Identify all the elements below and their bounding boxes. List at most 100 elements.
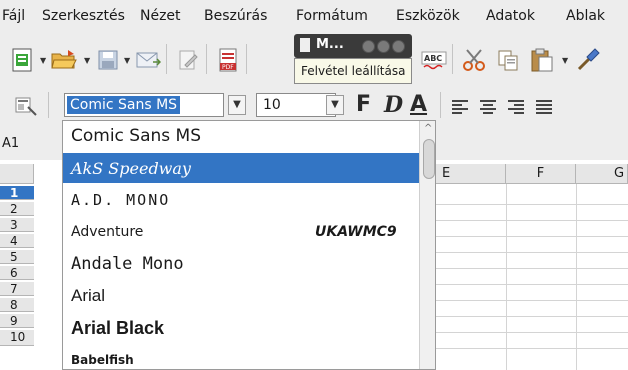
maximize-button[interactable] [377,40,390,53]
menu-data[interactable]: Adatok [486,8,535,24]
chevron-up-icon[interactable]: ^ [424,123,432,134]
gridline [436,300,628,301]
column-label: G [614,166,625,181]
font-list-scrollbar[interactable]: ^ [419,121,435,369]
font-list-item-selected[interactable]: AkS Speedway [63,153,419,183]
font-item-label: Adventure [71,224,144,240]
menu-insert[interactable]: Beszúrás [204,8,267,24]
row-header[interactable]: 3 [0,218,34,232]
spellcheck-icon[interactable]: ABC [420,46,448,74]
align-left-icon[interactable] [446,92,474,120]
gridline [436,268,628,269]
mini-window-title: M... [316,37,344,52]
column-label: E [442,166,451,181]
gridline [436,236,628,237]
font-name-value[interactable]: Comic Sans MS [67,96,181,114]
gridline [436,252,628,253]
chevron-down-icon[interactable]: ▼ [562,56,570,65]
bold-button[interactable]: F [356,92,371,117]
toolbar-separator [452,44,453,74]
chevron-down-icon[interactable]: ▼ [40,56,48,65]
menu-format[interactable]: Formátum [296,8,368,24]
font-size-combobox[interactable]: 10 [256,93,336,117]
email-icon[interactable] [134,46,162,74]
font-item-label: Arial [71,286,106,305]
font-size-value[interactable]: 10 [263,97,281,113]
justify-icon[interactable] [530,92,558,120]
document-icon [300,38,310,52]
save-icon[interactable] [94,46,122,74]
align-center-icon[interactable] [474,92,502,120]
menu-bar: Fájl Szerkesztés Nézet Beszúrás Formátum… [0,0,628,34]
row-header[interactable]: 9 [0,314,34,328]
menu-tools[interactable]: Eszközök [396,8,460,24]
svg-text:ABC: ABC [424,54,442,63]
row-header[interactable]: 10 [0,330,34,346]
toolbar-separator [440,92,441,118]
font-list-item[interactable]: Arial [63,281,419,311]
font-item-label: A.D. MONO [71,191,171,209]
row-header[interactable]: 2 [0,202,34,216]
underline-button[interactable]: A [410,92,427,117]
font-list-item[interactable]: Babelfish [63,345,419,369]
minimize-button[interactable] [362,40,375,53]
toolbar-separator [166,44,167,74]
gridline [436,316,628,317]
font-list-item[interactable]: Adventure UKAWMC9 [63,217,419,247]
cut-icon[interactable] [460,46,488,74]
scrollbar-thumb[interactable] [423,139,435,179]
select-all-corner[interactable] [0,164,34,184]
name-box[interactable]: A1 [2,136,19,151]
row-header[interactable]: 4 [0,234,34,248]
font-list-item[interactable]: Arial Black [63,313,419,343]
toolbar-separator [48,92,49,118]
align-right-icon[interactable] [502,92,530,120]
font-dropdown-list[interactable]: Comic Sans MS AkS Speedway A.D. MONO Adv… [62,120,436,370]
menu-window[interactable]: Ablak [566,8,605,24]
font-item-label: Arial Black [71,317,165,338]
font-item-label: Andale Mono [71,254,184,274]
italic-button[interactable]: D [384,92,403,118]
font-list-item[interactable]: A.D. MONO [63,185,419,215]
gridline [506,184,507,370]
gridline [436,284,628,285]
row-header[interactable]: 6 [0,266,34,280]
close-button[interactable] [392,40,405,53]
clone-formatting-icon[interactable] [574,46,602,74]
row-header[interactable]: 8 [0,298,34,312]
tooltip-stop-recording: Felvétel leállítása [294,58,412,84]
gridline [436,220,628,221]
edit-file-icon[interactable] [174,46,202,74]
column-header-f[interactable]: F [506,164,576,184]
paste-icon[interactable] [528,46,556,74]
row-header[interactable]: 1 [0,186,34,200]
menu-file[interactable]: Fájl [2,8,25,24]
toolbar-separator [206,44,207,74]
column-header-g[interactable]: G [576,164,628,184]
new-document-icon[interactable] [8,46,36,74]
svg-text:PDF: PDF [222,64,234,71]
toolbar-separator [246,44,247,74]
pdf-export-icon[interactable]: PDF [214,46,242,74]
column-header-e[interactable]: E [436,164,506,184]
chevron-down-icon[interactable]: ▼ [84,56,92,65]
gridline [436,348,628,349]
font-list-item[interactable]: Andale Mono [63,249,419,279]
column-label: F [536,166,545,181]
recording-mini-window[interactable]: M... [294,34,412,58]
copy-icon[interactable] [494,46,522,74]
chevron-down-icon[interactable]: ▼ [124,56,132,65]
row-header[interactable]: 7 [0,282,34,296]
font-item-label: Babelfish [71,353,134,367]
row-header[interactable]: 5 [0,250,34,264]
font-name-combobox[interactable]: Comic Sans MS [64,93,224,117]
font-list-item[interactable]: Comic Sans MS [63,121,419,151]
font-name-dropdown-button[interactable]: ▼ [228,95,246,115]
menu-edit[interactable]: Szerkesztés [42,8,125,24]
open-folder-icon[interactable] [50,46,78,74]
font-item-label: Comic Sans MS [71,126,202,146]
styles-icon[interactable] [12,92,40,120]
font-size-dropdown-button[interactable]: ▼ [326,95,344,115]
menu-view[interactable]: Nézet [140,8,181,24]
gridline [576,184,577,370]
